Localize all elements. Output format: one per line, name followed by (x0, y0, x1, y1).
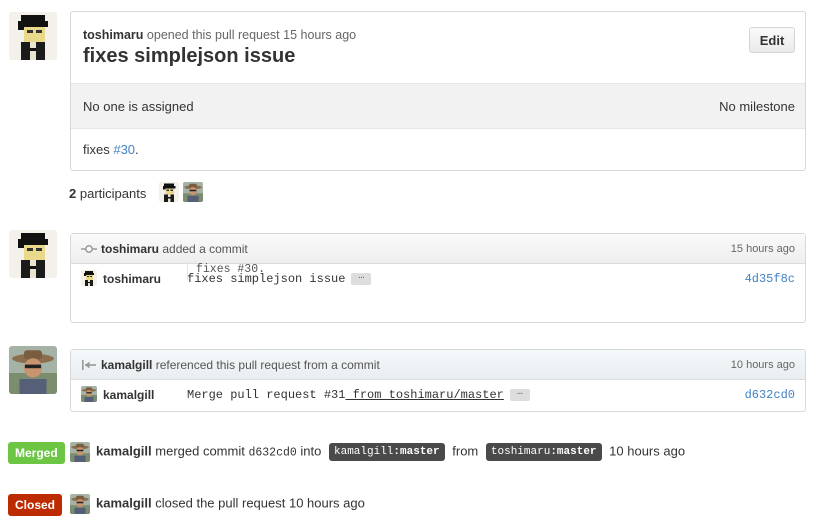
closed-badge: Closed (8, 494, 63, 516)
milestone-label[interactable]: No milestone (719, 99, 795, 114)
commit-author-avatar[interactable] (9, 230, 57, 278)
base-branch-name: :master (393, 446, 440, 458)
commit-description: fixes #30. (187, 262, 265, 280)
reference-event: kamalgill referenced this pull request f… (70, 349, 806, 412)
participant-avatar-kamalgill[interactable] (183, 182, 203, 202)
merged-from-label: from (452, 443, 479, 459)
author-link[interactable]: toshimaru (83, 28, 143, 42)
issue-link[interactable]: #30 (113, 142, 135, 157)
edit-button[interactable]: Edit (749, 27, 795, 53)
reference-message-link[interactable]: from toshimaru/master (345, 388, 504, 402)
reference-commit-row: kamalgill Merge pull request #31 from to… (71, 380, 805, 408)
comment-action: opened this pull request 15 hours ago (146, 28, 357, 42)
participants: 2 participants (69, 182, 203, 202)
pull-request-title: fixes simplejson issue (83, 45, 296, 67)
reference-commit-message: Merge pull request #31 from toshimaru/ma… (187, 387, 530, 402)
discussion-meta: No one is assigned No milestone (71, 83, 805, 129)
pull-request-comment: toshimaru opened this pull request 15 ho… (70, 11, 806, 171)
merged-time[interactable]: 10 hours ago (609, 443, 685, 458)
comment-header: toshimaru opened this pull request 15 ho… (83, 28, 356, 42)
reference-event-action: referenced this pull request from a comm… (155, 358, 380, 372)
commit-event-header: toshimaru added a commit 15 hours ago (71, 234, 805, 264)
reference-row-avatar[interactable] (81, 386, 97, 402)
commit-sha-link[interactable]: 4d35f8c (745, 272, 795, 286)
reference-author-avatar[interactable] (9, 346, 57, 394)
head-branch: toshimaru:master (485, 443, 602, 461)
expand-commit-button[interactable]: … (351, 271, 372, 285)
merged-author[interactable]: kamalgill (96, 443, 152, 458)
reference-event-author[interactable]: kamalgill (101, 358, 152, 372)
closed-author-avatar[interactable] (70, 494, 90, 514)
reference-message-text[interactable]: Merge pull request #31 (187, 388, 345, 402)
merged-action: merged commit (155, 443, 245, 459)
merged-into-label: into (300, 443, 322, 459)
comment-body-text: fixes (83, 142, 114, 157)
merged-commit-sha[interactable]: d632cd0 (248, 446, 296, 459)
participants-label: participants (79, 186, 147, 201)
merged-badge: Merged (8, 442, 65, 464)
commit-row: toshimaru fixes simplejson issue… 4d35f8… (71, 264, 805, 292)
cross-reference-icon (82, 360, 96, 370)
commit-event-time[interactable]: 15 hours ago (731, 243, 795, 255)
commit-event-action: added a commit (162, 242, 248, 256)
git-commit-icon (81, 245, 97, 253)
commit-row-author[interactable]: toshimaru (103, 272, 161, 286)
base-branch: kamalgill:master (329, 443, 445, 461)
head-branch-owner: toshimaru (490, 446, 551, 458)
author-avatar[interactable] (9, 12, 57, 60)
comment-body: fixes #30. (83, 142, 139, 157)
participants-count: 2 (69, 186, 77, 201)
participant-avatar-toshimaru[interactable] (159, 182, 179, 202)
assignee-label[interactable]: No one is assigned (83, 99, 194, 114)
expand-reference-button[interactable]: … (509, 387, 530, 401)
reference-event-header: kamalgill referenced this pull request f… (71, 350, 805, 380)
closed-author[interactable]: kamalgill (96, 495, 152, 510)
commit-event-author[interactable]: toshimaru (101, 242, 159, 256)
commit-row-avatar[interactable] (81, 270, 97, 286)
participant-avatars (159, 182, 207, 202)
merged-event: kamalgill merged commit d632cd0 into kam… (70, 442, 685, 462)
reference-event-time[interactable]: 10 hours ago (731, 359, 795, 371)
commit-event: toshimaru added a commit 15 hours ago to… (70, 233, 806, 323)
closed-action: closed the pull request 10 hours ago (155, 495, 365, 511)
closed-event: kamalgill closed the pull request 10 hou… (70, 494, 365, 514)
base-branch-owner: kamalgill (334, 446, 394, 458)
comment-body-suffix: . (135, 142, 139, 157)
reference-sha-link[interactable]: d632cd0 (745, 388, 795, 402)
reference-row-author[interactable]: kamalgill (103, 388, 154, 402)
head-branch-name: :master (550, 446, 597, 458)
merged-author-avatar[interactable] (70, 442, 90, 462)
